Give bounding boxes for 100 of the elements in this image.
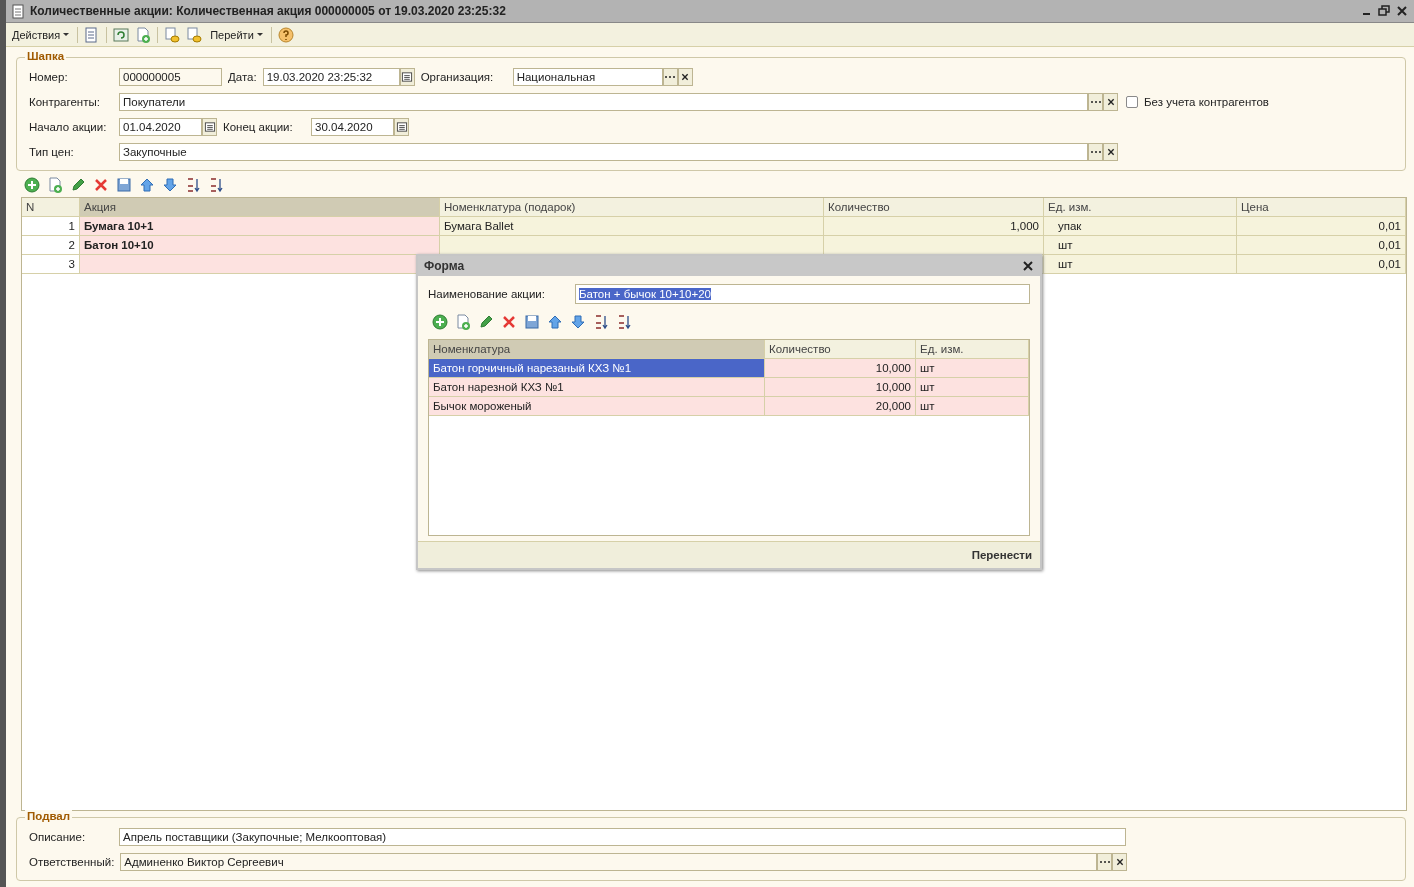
clear-button[interactable] — [1103, 142, 1118, 161]
clear-icon[interactable] — [1115, 857, 1124, 866]
field-label: Контрагенты: — [29, 95, 101, 108]
dialog-title: Форма — [424, 259, 466, 273]
checkbox[interactable] — [1126, 95, 1138, 108]
table-cell[interactable]: Батон горчичный нарезаный КХЗ №1 — [429, 359, 765, 378]
table-cell: 2 — [22, 236, 80, 255]
table-cell: Бумага 10+1 — [80, 217, 440, 236]
actions-menu[interactable]: Действия — [10, 28, 72, 41]
field-label: Начало акции: — [29, 120, 108, 133]
field-label: Дата: — [228, 70, 257, 83]
arrow-down-icon[interactable] — [162, 177, 178, 193]
document-coins-icon[interactable] — [186, 26, 203, 43]
input-field[interactable]: Покупатели — [119, 92, 1088, 111]
arrow-up-icon[interactable] — [547, 314, 563, 330]
refresh-icon[interactable] — [113, 26, 130, 43]
table-cell: 0,01 — [1237, 217, 1406, 236]
save-icon[interactable] — [524, 314, 540, 330]
table-cell: шт — [1044, 255, 1237, 274]
table-cell: 20,000 — [765, 397, 916, 416]
input-field[interactable]: Админенко Виктор Сергеевич — [120, 852, 1098, 871]
close-button[interactable] — [1022, 260, 1034, 272]
restore-icon[interactable] — [1378, 5, 1390, 17]
group-title: Шапка — [25, 50, 67, 62]
group-title: Подвал — [25, 810, 73, 822]
document-coins-icon[interactable] — [164, 26, 181, 43]
delete-icon[interactable] — [501, 314, 517, 330]
arrow-down-icon[interactable] — [570, 314, 586, 330]
select-button[interactable] — [1088, 142, 1103, 161]
table-cell: Батон 10+10 — [80, 236, 440, 255]
table-cell: 10,000 — [765, 359, 916, 378]
field-label: Тип цен: — [29, 145, 75, 158]
select-button[interactable] — [1097, 852, 1113, 871]
checkbox-label: Без учета контрагентов — [1144, 95, 1269, 108]
table-cell[interactable]: Батон нарезной КХЗ №1 — [429, 378, 765, 397]
input-field[interactable]: 19.03.2020 23:25:32 — [262, 67, 400, 86]
field-label: Конец акции: — [223, 120, 294, 133]
goto-menu[interactable]: Перейти — [208, 28, 265, 41]
field-label: Ответственный: — [29, 855, 115, 868]
add-icon[interactable] — [432, 314, 448, 330]
table-cell: Бумага Ballet — [440, 217, 824, 236]
column-header[interactable]: Количество — [765, 340, 916, 359]
table-cell: 1,000 — [824, 217, 1044, 236]
clear-button[interactable] — [1112, 852, 1128, 871]
field-label: Номер: — [29, 70, 69, 83]
field-label: Организация: — [420, 70, 495, 83]
caret-icon[interactable] — [63, 33, 70, 36]
column-header[interactable]: Акция — [80, 198, 440, 217]
pencil-icon[interactable] — [478, 314, 494, 330]
select-button[interactable] — [1088, 92, 1103, 111]
column-header[interactable]: Номенклатура — [429, 340, 765, 359]
table-cell: 0,01 — [1237, 255, 1406, 274]
table-cell: 1 — [22, 217, 80, 236]
sort-descending-icon[interactable] — [616, 314, 632, 330]
calendar-button[interactable] — [202, 117, 217, 136]
add-document-icon[interactable] — [135, 26, 152, 43]
input-field[interactable]: 30.04.2020 — [311, 117, 394, 136]
delete-icon[interactable] — [93, 177, 109, 193]
save-icon[interactable] — [116, 177, 132, 193]
table-cell: упак — [1044, 217, 1237, 236]
pencil-icon[interactable] — [70, 177, 86, 193]
table-cell: 10,000 — [765, 378, 916, 397]
column-header[interactable]: N — [22, 198, 80, 217]
window-title: Количественные акции: Количественная акция 000000005 от 19.03.2020 23:25:32 — [30, 4, 507, 18]
copy-icon[interactable] — [47, 177, 63, 193]
table-cell: шт — [916, 359, 1029, 378]
table-cell: шт — [916, 397, 1029, 416]
calendar-button[interactable] — [394, 117, 409, 136]
clear-icon[interactable] — [1106, 147, 1115, 156]
input-field[interactable]: 01.04.2020 — [119, 117, 202, 136]
column-header[interactable]: Ед. изм. — [1044, 198, 1237, 217]
table-cell: шт — [1044, 236, 1237, 255]
sort-descending-icon[interactable] — [208, 177, 224, 193]
close-icon[interactable] — [1396, 5, 1408, 17]
input-field[interactable]: Национальная — [512, 67, 663, 86]
sort-ascending-icon[interactable] — [185, 177, 201, 193]
add-icon[interactable] — [24, 177, 40, 193]
input-field[interactable]: Батон + бычок 10+10+20 — [575, 284, 1030, 304]
sort-ascending-icon[interactable] — [593, 314, 609, 330]
column-header[interactable]: Номенклатура (подарок) — [440, 198, 824, 217]
arrow-up-icon[interactable] — [139, 177, 155, 193]
column-header[interactable]: Цена — [1237, 198, 1406, 217]
input-field[interactable]: Апрель поставщики (Закупочные; Мелкооптовая) — [119, 827, 1126, 846]
table-cell[interactable]: Бычок мороженый — [429, 397, 765, 416]
transfer-button[interactable]: Перенести — [969, 547, 1034, 563]
clear-button[interactable] — [1103, 92, 1118, 111]
field-label: Наименование акции: — [428, 288, 545, 300]
input-field[interactable]: Закупочные — [119, 142, 1088, 161]
clear-icon[interactable] — [681, 72, 690, 81]
input-field[interactable]: 000000005 — [119, 67, 222, 86]
field-label: Описание: — [29, 830, 87, 843]
clear-icon[interactable] — [1106, 97, 1115, 106]
table-cell: шт — [916, 378, 1029, 397]
column-header[interactable]: Количество — [824, 198, 1044, 217]
copy-icon[interactable] — [455, 314, 471, 330]
column-header[interactable]: Ед. изм. — [916, 340, 1029, 359]
caret-icon[interactable] — [256, 33, 263, 36]
table-cell: 3 — [22, 255, 80, 274]
help-icon[interactable] — [277, 26, 294, 43]
table-cell: 0,01 — [1237, 236, 1406, 255]
